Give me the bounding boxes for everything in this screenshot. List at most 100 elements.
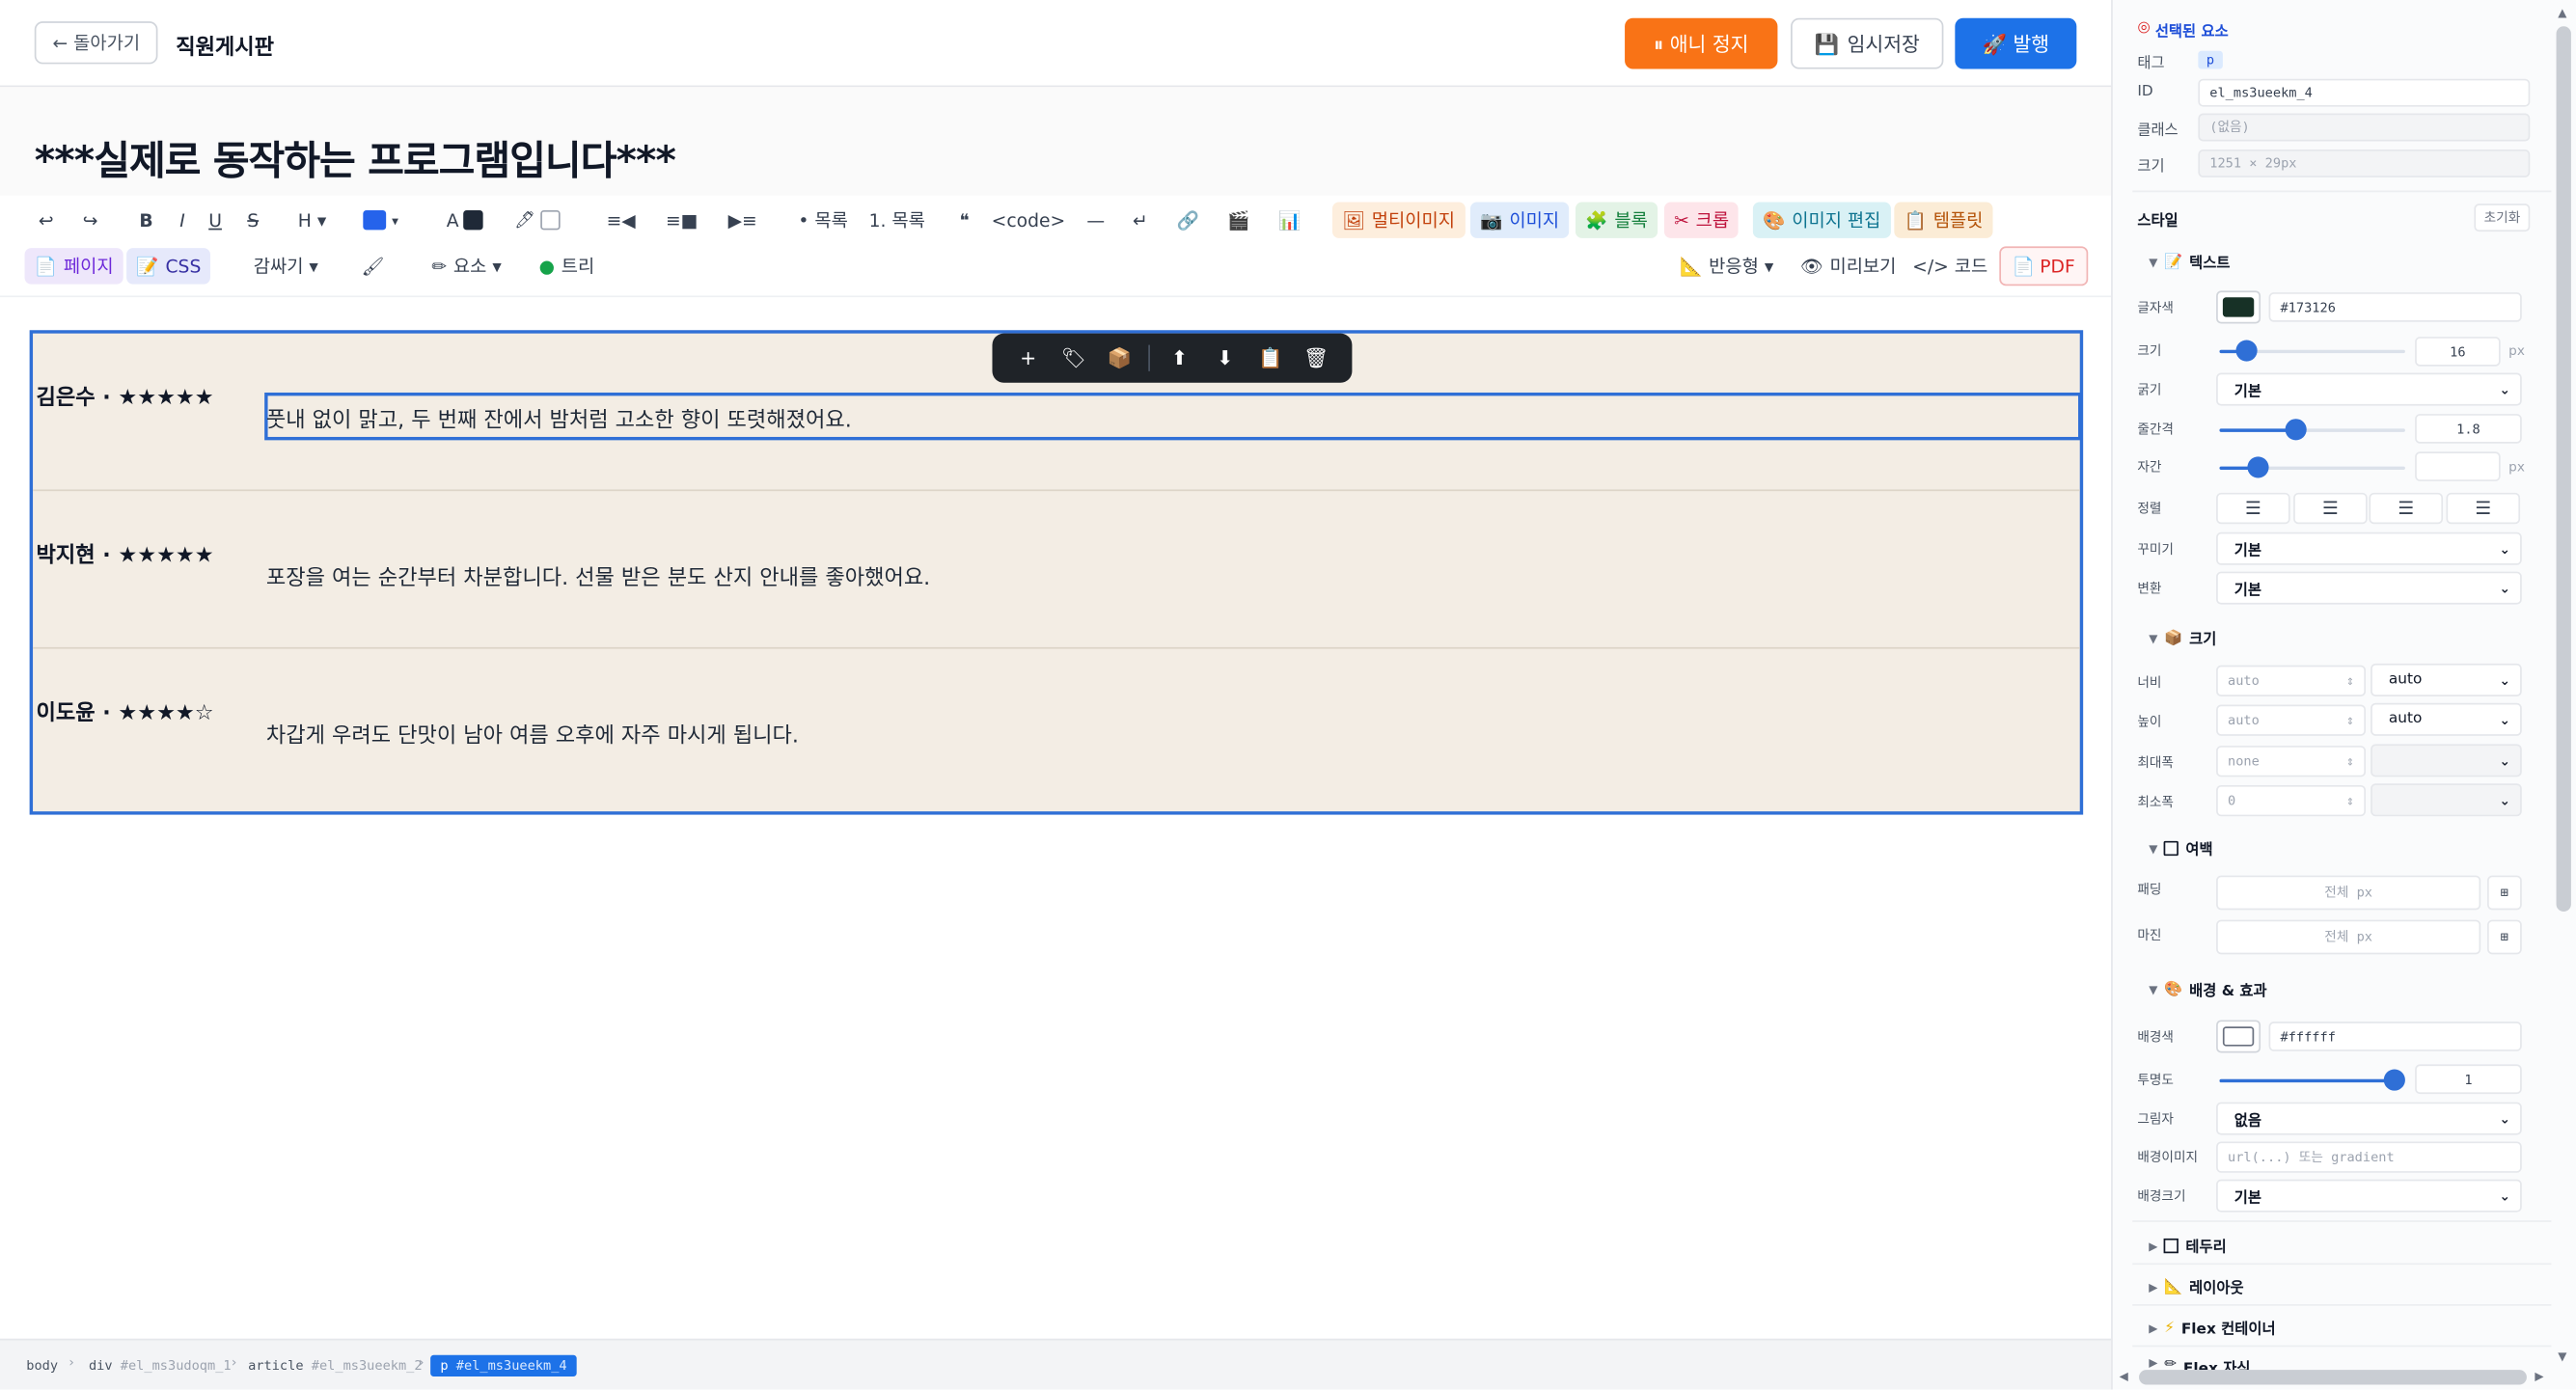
wrap-box-icon[interactable]: 📦 xyxy=(1103,346,1136,369)
transform-select[interactable]: 기본 ⌄ xyxy=(2216,571,2522,605)
width-input[interactable]: auto ⇕ xyxy=(2216,665,2367,696)
height-input[interactable]: auto ⇕ xyxy=(2216,704,2367,736)
bold-button[interactable]: B xyxy=(131,202,161,237)
max-width-unit-select[interactable]: ⌄ xyxy=(2370,744,2522,777)
letter-spacing-input[interactable] xyxy=(2415,451,2501,481)
underline-button[interactable]: U xyxy=(201,202,231,237)
quote-icon[interactable]: ❝ xyxy=(949,202,979,237)
opacity-slider-thumb[interactable] xyxy=(2383,1069,2405,1091)
max-width-input[interactable]: none ⇕ xyxy=(2216,746,2367,777)
responsive-dropdown[interactable]: 📐 반응형 ▾ xyxy=(1672,248,1780,284)
flex-container-section-header[interactable]: ▶ ⚡ Flex 컨테이너 xyxy=(2149,1318,2275,1339)
align-icon[interactable]: ≡■ xyxy=(659,202,705,237)
min-width-input[interactable]: 0 ⇕ xyxy=(2216,784,2367,817)
font-size-input[interactable]: 16 xyxy=(2415,337,2501,367)
bg-color-swatch[interactable] xyxy=(2216,1020,2261,1053)
review-item[interactable]: 박지현 · ★★★★★ 포장을 여는 순간부터 차분합니다. 선물 받은 분도 … xyxy=(33,491,2080,649)
padding-expand-icon[interactable]: ⊞ xyxy=(2487,875,2522,911)
publish-button[interactable]: 🚀 발행 xyxy=(1955,17,2077,69)
layout-section-header[interactable]: ▶ 📐 레이아웃 xyxy=(2149,1276,2243,1298)
min-width-unit-select[interactable]: ⌄ xyxy=(2370,783,2522,817)
image-button[interactable]: 📷 이미지 xyxy=(1470,202,1570,238)
scroll-left-icon[interactable]: ◀ xyxy=(2120,1370,2128,1383)
review-text[interactable]: 포장을 여는 순간부터 차분합니다. 선물 받은 분도 산지 안내를 좋아했어요… xyxy=(266,560,930,591)
font-size-slider-thumb[interactable] xyxy=(2235,340,2258,362)
letter-spacing-slider-thumb[interactable] xyxy=(2247,456,2269,478)
review-item[interactable]: 이도윤 · ★★★★☆ 차갑게 우려도 단맛이 남아 여름 오후에 자주 마시게… xyxy=(33,649,2080,806)
line-break-icon[interactable]: ↵ xyxy=(1124,202,1157,237)
reset-button[interactable]: 초기화 xyxy=(2474,204,2531,232)
horizontal-rule-button[interactable]: — xyxy=(1080,202,1112,237)
template-button[interactable]: 📋 템플릿 xyxy=(1894,202,1993,238)
scroll-up-icon[interactable]: ▲ xyxy=(2558,7,2566,20)
tag-icon[interactable]: 🏷 xyxy=(1057,346,1090,369)
crop-button[interactable]: ✂ 크롭 xyxy=(1663,202,1740,238)
move-up-icon[interactable]: ⬆ xyxy=(1163,346,1195,369)
spacing-section-header[interactable]: ▼ 여백 xyxy=(2149,837,2213,859)
indent-icon[interactable]: ▶≡ xyxy=(720,202,766,237)
element-dropdown[interactable]: ✏ 요소 ▾ xyxy=(421,248,512,284)
font-weight-select[interactable]: 기본 ⌄ xyxy=(2216,372,2522,406)
breadcrumb-item[interactable]: article #el_ms3ueekm_2 xyxy=(248,1355,422,1376)
back-button[interactable]: ← 돌아가기 xyxy=(34,21,158,65)
align-right-button[interactable]: ☰ xyxy=(2369,492,2444,525)
align-justify-button[interactable]: ☰ xyxy=(2446,492,2521,525)
margin-input[interactable]: 전체 px xyxy=(2216,919,2481,955)
shadow-select[interactable]: 없음 ⌄ xyxy=(2216,1102,2522,1135)
font-color-swatch[interactable] xyxy=(2216,290,2261,324)
video-icon[interactable]: 🎬 xyxy=(1222,202,1255,237)
panel-vertical-scrollbar[interactable] xyxy=(2556,26,2571,913)
breadcrumb-item[interactable]: body xyxy=(26,1355,58,1376)
redo-icon[interactable]: ↪ xyxy=(74,202,107,237)
add-element-icon[interactable]: + xyxy=(1012,346,1045,369)
link-icon[interactable]: 🔗 xyxy=(1171,202,1204,237)
decoration-select[interactable]: 기본 ⌄ xyxy=(2216,531,2522,565)
block-color-dropdown[interactable]: ▾ xyxy=(357,202,406,237)
pdf-button[interactable]: 📄 PDF xyxy=(1999,246,2089,286)
block-button[interactable]: 🧩 블록 xyxy=(1575,202,1658,238)
brush-icon[interactable]: 🖌 xyxy=(357,248,390,284)
code-view-button[interactable]: </> 코드 xyxy=(1912,248,1987,284)
bg-color-input[interactable]: #ffffff xyxy=(2268,1022,2522,1051)
highlight-button[interactable]: 🖊 xyxy=(509,202,565,237)
flex-child-section-header[interactable]: ▶ ✏ Flex 자식 xyxy=(2149,1357,2250,1371)
align-center-button[interactable]: ☰ xyxy=(2293,492,2368,525)
bg-image-input[interactable]: url(...) 또는 gradient xyxy=(2216,1141,2522,1173)
animation-stop-button[interactable]: ⏸ 애니 정지 xyxy=(1625,17,1778,69)
scroll-right-icon[interactable]: ▶ xyxy=(2535,1370,2543,1383)
code-button[interactable]: <code> xyxy=(989,202,1068,237)
line-height-slider-thumb[interactable] xyxy=(2285,419,2307,441)
breadcrumb-item[interactable]: div #el_ms3udoqm_1 xyxy=(89,1355,232,1376)
wrap-dropdown[interactable]: 감싸기 ▾ xyxy=(235,248,338,284)
strike-button[interactable]: S xyxy=(238,202,268,237)
duplicate-icon[interactable]: 📋 xyxy=(1254,346,1287,369)
bg-size-select[interactable]: 기본 ⌄ xyxy=(2216,1179,2522,1213)
outdent-icon[interactable]: ≡◀ xyxy=(598,202,644,237)
height-unit-select[interactable]: auto ⌄ xyxy=(2370,702,2522,736)
line-height-input[interactable]: 1.8 xyxy=(2415,414,2522,444)
align-left-button[interactable]: ☰ xyxy=(2216,492,2290,525)
id-field[interactable]: el_ms3ueekm_4 xyxy=(2198,78,2531,107)
breadcrumb-item-active[interactable]: p #el_ms3ueekm_4 xyxy=(430,1354,577,1376)
review-article[interactable]: 김은수 · ★★★★★ 풋내 없이 맑고, 두 번째 잔에서 밤처럼 고소한 향… xyxy=(29,330,2084,815)
tree-button[interactable]: ● 트리 xyxy=(531,248,603,284)
panel-horizontal-scrollbar[interactable] xyxy=(2139,1370,2527,1385)
heading-dropdown[interactable]: H ▾ xyxy=(289,202,336,237)
border-section-header[interactable]: ▶ 테두리 xyxy=(2149,1236,2227,1257)
size-section-header[interactable]: ▼ 📦 크기 xyxy=(2149,627,2216,649)
preview-button[interactable]: 👁 미리보기 xyxy=(1797,248,1900,284)
scroll-down-icon[interactable]: ▼ xyxy=(2558,1350,2566,1364)
css-button[interactable]: 📝 CSS xyxy=(126,248,211,285)
undo-icon[interactable]: ↩ xyxy=(30,202,63,237)
font-color-input[interactable]: #173126 xyxy=(2268,292,2522,322)
review-text[interactable]: 차갑게 우려도 단맛이 남아 여름 오후에 자주 마시게 됩니다. xyxy=(266,718,799,750)
document-title[interactable]: ***실제로 동작하는 프로그램입니다*** xyxy=(35,128,676,186)
margin-expand-icon[interactable]: ⊞ xyxy=(2487,919,2522,955)
bullet-list-button[interactable]: • 목록 xyxy=(792,202,855,237)
page-button[interactable]: 📄 페이지 xyxy=(24,248,123,285)
delete-icon[interactable]: 🗑 xyxy=(1300,346,1332,369)
move-down-icon[interactable]: ⬇ xyxy=(1209,346,1242,369)
opacity-input[interactable]: 1 xyxy=(2415,1064,2522,1095)
number-list-button[interactable]: 1. 목록 xyxy=(865,202,928,237)
chart-icon[interactable]: 📊 xyxy=(1274,202,1306,237)
